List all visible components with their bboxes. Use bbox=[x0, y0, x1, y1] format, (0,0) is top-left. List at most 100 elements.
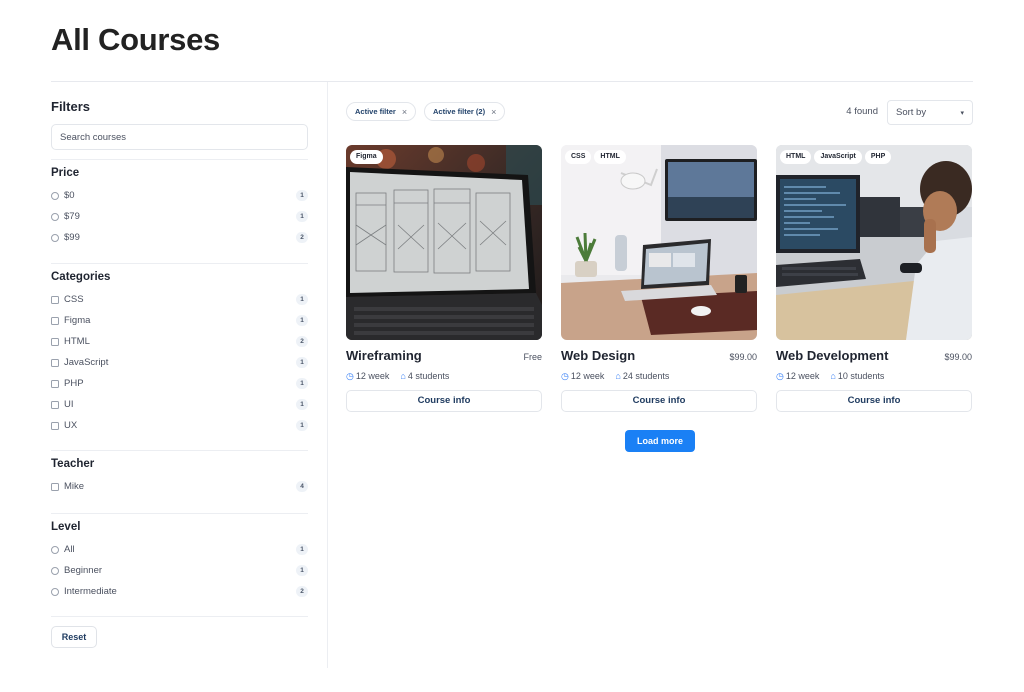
option-label: All bbox=[64, 544, 75, 555]
header-divider bbox=[51, 81, 973, 82]
course-duration: ◷ 12 week bbox=[776, 371, 820, 381]
radio-button[interactable] bbox=[51, 212, 59, 221]
divider bbox=[51, 450, 308, 451]
option-label: $99 bbox=[64, 232, 80, 243]
course-thumbnail[interactable]: CSS HTML bbox=[561, 145, 757, 340]
checkbox[interactable] bbox=[51, 358, 59, 367]
course-card-web-design: CSS HTML Web Design $99.00 ◷ 12 week ⌂ 24 … bbox=[561, 145, 757, 412]
checkbox[interactable] bbox=[51, 421, 59, 430]
count-badge: 1 bbox=[296, 378, 308, 389]
count-badge: 2 bbox=[296, 336, 308, 347]
search-input[interactable] bbox=[51, 124, 308, 150]
course-info-button[interactable]: Course info bbox=[346, 390, 542, 412]
sidebar-divider bbox=[327, 82, 328, 668]
count-badge: 2 bbox=[296, 586, 308, 597]
price-option[interactable]: $99 2 bbox=[51, 227, 308, 248]
course-tag: CSS bbox=[565, 150, 592, 164]
radio-button[interactable] bbox=[51, 545, 59, 554]
course-info-button[interactable]: Course info bbox=[561, 390, 757, 412]
course-price: Free bbox=[523, 352, 542, 362]
count-badge: 1 bbox=[296, 190, 308, 201]
course-title[interactable]: Web Design bbox=[561, 348, 635, 363]
graduation-cap-icon: ⌂ bbox=[830, 371, 836, 381]
course-tag: PHP bbox=[864, 150, 892, 164]
count-badge: 1 bbox=[296, 294, 308, 305]
count-badge: 1 bbox=[296, 211, 308, 222]
active-filter-chip[interactable]: Active filter × bbox=[346, 102, 417, 121]
course-duration: ◷ 12 week bbox=[561, 371, 605, 381]
course-tag: HTML bbox=[780, 150, 812, 164]
laptop-wireframes-image bbox=[346, 145, 542, 340]
category-option[interactable]: Figma 1 bbox=[51, 310, 308, 331]
close-icon[interactable]: × bbox=[491, 107, 496, 117]
course-meta: ◷ 12 week ⌂ 24 students bbox=[561, 371, 669, 382]
category-option[interactable]: UI 1 bbox=[51, 394, 308, 415]
count-badge: 1 bbox=[296, 315, 308, 326]
level-option[interactable]: Intermediate 2 bbox=[51, 581, 308, 602]
course-card-web-development: HTML JavaScript PHP Web Development $99.… bbox=[776, 145, 972, 412]
checkbox[interactable] bbox=[51, 400, 59, 409]
load-more-button[interactable]: Load more bbox=[625, 430, 695, 452]
chevron-down-icon: ▾ bbox=[960, 109, 964, 117]
radio-button[interactable] bbox=[51, 566, 59, 575]
option-label: $79 bbox=[64, 211, 80, 222]
course-students: ⌂ 24 students bbox=[615, 371, 670, 381]
option-label: HTML bbox=[64, 336, 90, 347]
course-students: ⌂ 10 students bbox=[830, 371, 885, 381]
checkbox[interactable] bbox=[51, 482, 59, 491]
course-meta: ◷ 12 week ⌂ 4 students bbox=[346, 371, 449, 382]
course-students: ⌂ 4 students bbox=[400, 371, 450, 381]
course-tag: Figma bbox=[350, 150, 383, 164]
level-option[interactable]: Beginner 1 bbox=[51, 560, 308, 581]
category-option[interactable]: CSS 1 bbox=[51, 289, 308, 310]
active-filter-chip[interactable]: Active filter (2) × bbox=[424, 102, 506, 121]
desk-workspace-image bbox=[561, 145, 757, 340]
level-option[interactable]: All 1 bbox=[51, 539, 308, 560]
filters-heading: Filters bbox=[51, 99, 91, 114]
course-title[interactable]: Web Development bbox=[776, 348, 888, 363]
reset-button[interactable]: Reset bbox=[51, 626, 97, 648]
option-label: JavaScript bbox=[64, 357, 109, 368]
course-thumbnail[interactable]: HTML JavaScript PHP bbox=[776, 145, 972, 340]
sort-dropdown[interactable]: Sort by ▾ bbox=[887, 100, 973, 125]
clock-icon: ◷ bbox=[346, 371, 354, 381]
course-thumbnail[interactable]: Figma bbox=[346, 145, 542, 340]
category-option[interactable]: HTML 2 bbox=[51, 331, 308, 352]
course-info-button[interactable]: Course info bbox=[776, 390, 972, 412]
course-duration: ◷ 12 week bbox=[346, 371, 390, 381]
checkbox[interactable] bbox=[51, 337, 59, 346]
teacher-option[interactable]: Mike 4 bbox=[51, 476, 308, 497]
radio-button[interactable] bbox=[51, 233, 59, 242]
course-tag: JavaScript bbox=[814, 150, 862, 164]
option-label: $0 bbox=[64, 190, 75, 201]
divider bbox=[51, 159, 308, 160]
count-badge: 2 bbox=[296, 232, 308, 243]
count-badge: 1 bbox=[296, 399, 308, 410]
category-option[interactable]: PHP 1 bbox=[51, 373, 308, 394]
price-group-title: Price bbox=[51, 167, 80, 179]
course-tag: HTML bbox=[594, 150, 626, 164]
price-option[interactable]: $79 1 bbox=[51, 206, 308, 227]
checkbox[interactable] bbox=[51, 316, 59, 325]
course-title[interactable]: Wireframing bbox=[346, 348, 422, 363]
category-option[interactable]: JavaScript 1 bbox=[51, 352, 308, 373]
level-group-title: Level bbox=[51, 521, 81, 533]
option-label: Figma bbox=[64, 315, 91, 326]
option-label: PHP bbox=[64, 378, 84, 389]
option-label: Beginner bbox=[64, 565, 103, 576]
count-badge: 1 bbox=[296, 420, 308, 431]
checkbox[interactable] bbox=[51, 295, 59, 304]
checkbox[interactable] bbox=[51, 379, 59, 388]
radio-button[interactable] bbox=[51, 191, 59, 200]
course-meta: ◷ 12 week ⌂ 10 students bbox=[776, 371, 884, 382]
chip-label: Active filter (2) bbox=[433, 107, 486, 116]
category-option[interactable]: UX 1 bbox=[51, 415, 308, 436]
option-label: Mike bbox=[64, 481, 85, 492]
radio-button[interactable] bbox=[51, 587, 59, 596]
results-count: 4 found bbox=[846, 106, 878, 117]
price-option[interactable]: $0 1 bbox=[51, 185, 308, 206]
teacher-group-title: Teacher bbox=[51, 458, 95, 470]
close-icon[interactable]: × bbox=[402, 107, 407, 117]
option-label: UI bbox=[64, 399, 74, 410]
students-coding-image bbox=[776, 145, 972, 340]
